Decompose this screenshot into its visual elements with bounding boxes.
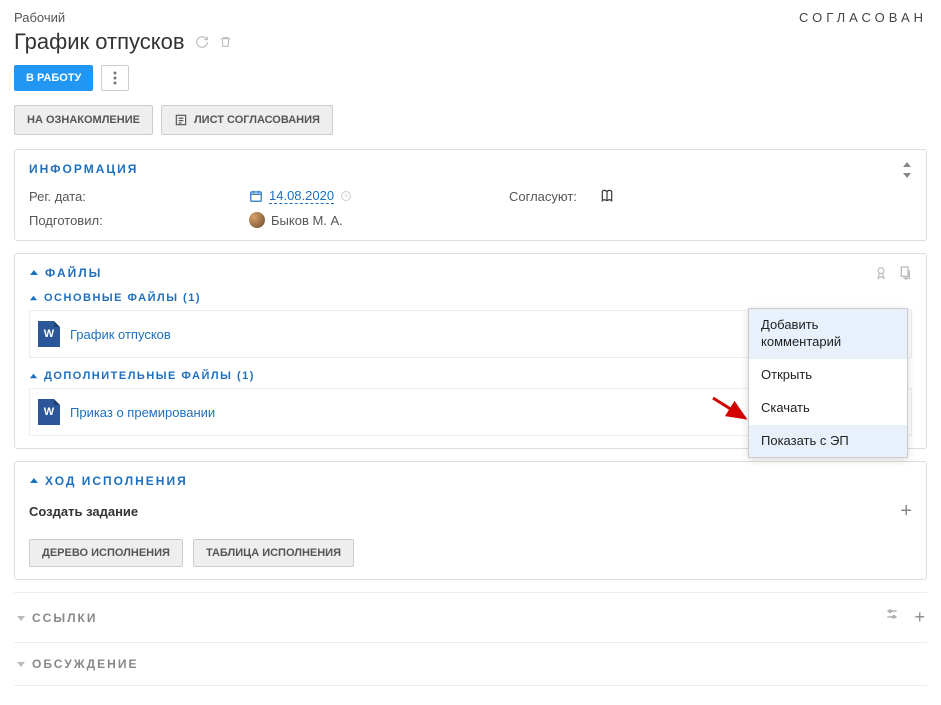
address-book-icon[interactable] — [599, 189, 615, 203]
chevron-down-icon — [16, 659, 26, 669]
files-header[interactable]: ФАЙЛЫ — [29, 266, 912, 280]
calendar-icon — [249, 189, 263, 203]
settings-icon[interactable] — [884, 607, 900, 628]
files-header-label: ФАЙЛЫ — [45, 266, 102, 280]
execution-header-label: ХОД ИСПОЛНЕНИЯ — [45, 474, 188, 488]
main-files-label: ОСНОВНЫЕ ФАЙЛЫ (1) — [44, 292, 201, 304]
medal-icon[interactable] — [874, 264, 888, 282]
additional-files-label: ДОПОЛНИТЕЛЬНЫЕ ФАЙЛЫ (1) — [44, 370, 255, 382]
menu-item-download[interactable]: Скачать — [749, 392, 907, 425]
info-header: ИНФОРМАЦИЯ — [29, 162, 912, 176]
add-link-button[interactable]: + — [914, 607, 925, 628]
prepared-by-value: Быков М. А. — [271, 213, 343, 228]
page-title: График отпусков — [14, 29, 185, 55]
discussion-label: ОБСУЖДЕНИЕ — [32, 657, 138, 671]
document-type-label: Рабочий — [14, 10, 65, 25]
clock-icon[interactable] — [340, 190, 352, 202]
execution-tree-button[interactable]: ДЕРЕВО ИСПОЛНЕНИЯ — [29, 539, 183, 567]
menu-item-show-with-signature[interactable]: Показать с ЭП — [749, 425, 907, 458]
word-file-icon: W — [38, 399, 60, 425]
chevron-up-icon — [29, 294, 38, 303]
expand-collapse-icon[interactable] — [902, 162, 912, 178]
links-label: ССЫЛКИ — [32, 611, 97, 625]
file-context-menu: Добавить комментарий Открыть Скачать Пок… — [748, 308, 908, 458]
status-label: СОГЛАСОВАН — [799, 10, 927, 25]
chevron-up-icon — [29, 372, 38, 381]
word-file-icon: W — [38, 321, 60, 347]
refresh-icon[interactable] — [195, 35, 209, 49]
links-section[interactable]: ССЫЛКИ + — [14, 592, 927, 642]
reg-date-value[interactable]: 14.08.2020 — [269, 188, 334, 204]
chevron-up-icon — [29, 268, 39, 278]
menu-item-open[interactable]: Открыть — [749, 359, 907, 392]
chevron-up-icon — [29, 476, 39, 486]
attach-sign-icon[interactable] — [898, 264, 914, 282]
add-task-button[interactable]: + — [900, 500, 912, 523]
create-task-label: Создать задание — [29, 504, 138, 519]
reg-date-label: Рег. дата: — [29, 189, 249, 204]
discussion-section[interactable]: ОБСУЖДЕНИЕ — [14, 642, 927, 686]
to-work-button[interactable]: В РАБОТУ — [14, 65, 93, 91]
to-review-button[interactable]: НА ОЗНАКОМЛЕНИЕ — [14, 105, 153, 135]
approvers-label: Согласуют: — [509, 189, 599, 204]
execution-table-button[interactable]: ТАБЛИЦА ИСПОЛНЕНИЯ — [193, 539, 354, 567]
info-panel: ИНФОРМАЦИЯ Рег. дата: 14.08.2020 Согласу… — [14, 149, 927, 241]
main-files-header[interactable]: ОСНОВНЫЕ ФАЙЛЫ (1) — [29, 292, 912, 304]
annotation-arrow-icon — [711, 394, 751, 424]
trash-icon[interactable] — [219, 35, 232, 49]
execution-header[interactable]: ХОД ИСПОЛНЕНИЯ — [29, 474, 912, 488]
more-actions-button[interactable] — [101, 65, 129, 91]
file-name-link[interactable]: Приказ о премировании — [70, 405, 215, 420]
chevron-down-icon — [16, 613, 26, 623]
list-icon — [174, 113, 188, 127]
menu-item-add-comment[interactable]: Добавить комментарий — [749, 309, 907, 359]
avatar — [249, 212, 265, 228]
execution-panel: ХОД ИСПОЛНЕНИЯ Создать задание + ДЕРЕВО … — [14, 461, 927, 580]
approval-sheet-label: ЛИСТ СОГЛАСОВАНИЯ — [194, 114, 320, 126]
prepared-by-label: Подготовил: — [29, 213, 249, 228]
files-panel: ФАЙЛЫ ОСНОВНЫЕ ФАЙЛЫ (1) W График отпуск… — [14, 253, 927, 449]
file-name-link[interactable]: График отпусков — [70, 327, 171, 342]
approval-sheet-button[interactable]: ЛИСТ СОГЛАСОВАНИЯ — [161, 105, 333, 135]
